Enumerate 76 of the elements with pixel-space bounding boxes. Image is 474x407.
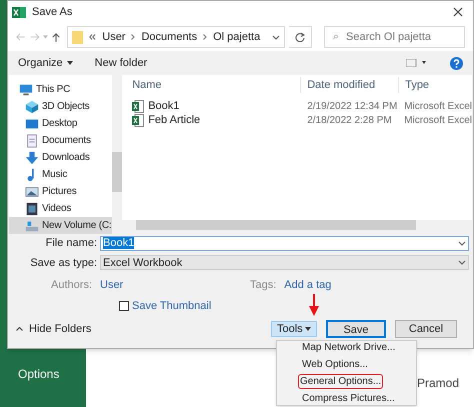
- cube-icon: [25, 100, 39, 114]
- address-bar[interactable]: User Documents Ol pajetta: [67, 26, 286, 48]
- type-cell-text: Microsoft Excel: [403, 100, 472, 114]
- monitor-icon: [25, 116, 39, 130]
- sidebar-item[interactable]: Music: [9, 166, 112, 183]
- date-cell-text: 2/18/2022 2:28 PM: [306, 114, 393, 128]
- caret-icon: [66, 61, 73, 65]
- refresh-icon: [295, 32, 306, 42]
- caret-icon: [305, 327, 311, 331]
- dropdown-icon: [458, 260, 466, 266]
- document-icon: [25, 134, 39, 148]
- window-title: Save As: [32, 4, 74, 20]
- spreadsheet-file-icon: [132, 114, 144, 126]
- cancel-button[interactable]: Cancel: [395, 320, 457, 338]
- tags-link[interactable]: Add a tag: [284, 276, 332, 294]
- column-header[interactable]: Name: [122, 76, 300, 94]
- breadcrumb-item[interactable]: Documents: [141, 28, 198, 46]
- breadcrumb-item[interactable]: User: [102, 28, 126, 46]
- date-cell-text: 2/19/2022 12:34 PM: [306, 100, 398, 114]
- refresh-button[interactable]: [289, 26, 312, 48]
- type-cell-text: Microsoft Excel: [403, 114, 472, 128]
- menu-item[interactable]: Compress Pictures...: [300, 391, 397, 406]
- address-dropdown-icon: [272, 34, 280, 40]
- download-arrow-icon: [25, 150, 39, 164]
- save-button[interactable]: Save: [326, 320, 386, 338]
- checkbox[interactable]: [119, 301, 129, 311]
- pictures-icon: [25, 184, 39, 198]
- search-input[interactable]: Search Ol pajetta: [346, 28, 456, 46]
- menu-item[interactable]: Map Network Drive...: [300, 340, 398, 355]
- arrow-annotation-icon: [309, 294, 319, 316]
- sidebar-item[interactable]: Pictures: [9, 183, 112, 200]
- save-type-dropdown[interactable]: Excel Workbook: [100, 255, 469, 270]
- folder-icon: [72, 30, 84, 44]
- spreadsheet-file-icon: [132, 100, 144, 112]
- organize-button[interactable]: Organize: [18, 54, 73, 72]
- computer-icon: [19, 82, 33, 96]
- dropdown-icon: [458, 240, 466, 246]
- close-icon: [453, 7, 463, 17]
- film-icon: [25, 202, 39, 216]
- authors-link[interactable]: User: [100, 276, 250, 294]
- menu-item[interactable]: General Options...: [298, 374, 384, 389]
- file-name-cell[interactable]: Book1: [148, 98, 180, 114]
- backstage-menu-item[interactable]: Options: [0, 365, 86, 383]
- file-name-field[interactable]: Book1: [100, 236, 469, 251]
- file-name-cell[interactable]: Feb Article: [148, 112, 200, 128]
- column-header[interactable]: Date modified: [300, 76, 398, 94]
- tools-button[interactable]: Tools: [271, 321, 317, 337]
- overflow-chevrons-icon: [89, 34, 96, 40]
- up-arrow-icon[interactable]: [52, 32, 60, 42]
- save-type-label: Save as type:: [29, 256, 97, 270]
- search-field[interactable]: Search Ol pajetta: [324, 26, 465, 48]
- checkbox-label[interactable]: Save Thumbnail: [132, 298, 212, 314]
- sidebar-item[interactable]: Downloads: [9, 149, 112, 166]
- sidebar-item[interactable]: This PC: [9, 81, 112, 98]
- spreadsheet-app-icon: [12, 6, 26, 18]
- file-name-label: File name:: [44, 236, 97, 251]
- horizontal-scrollbar[interactable]: [122, 220, 472, 230]
- sidebar-item[interactable]: Desktop: [9, 115, 112, 132]
- sidebar-item[interactable]: Videos: [9, 200, 112, 217]
- column-header[interactable]: Type: [398, 76, 430, 94]
- view-options-icon[interactable]: [406, 59, 428, 67]
- chevron-up-icon: [16, 327, 23, 331]
- sidebar-item[interactable]: 3D Objects: [9, 98, 112, 115]
- breadcrumb-item[interactable]: Ol pajetta: [213, 28, 260, 46]
- authors-label: Authors:: [50, 278, 93, 293]
- hide-folders-button[interactable]: Hide Folders: [16, 320, 92, 338]
- breadcrumb-separator-icon: [131, 34, 136, 40]
- menu-item[interactable]: Web Options...: [300, 357, 370, 372]
- tags-label: Tags:: [250, 278, 278, 293]
- sidebar-item[interactable]: Documents: [9, 132, 112, 149]
- drive-icon: [25, 218, 39, 232]
- help-icon[interactable]: [450, 56, 463, 70]
- backstage-text: Pramod: [417, 375, 460, 392]
- sidebar-item[interactable]: New Volume (C:: [9, 217, 112, 234]
- new-folder-button[interactable]: New folder: [94, 54, 148, 72]
- breadcrumb-separator-icon: [203, 34, 208, 40]
